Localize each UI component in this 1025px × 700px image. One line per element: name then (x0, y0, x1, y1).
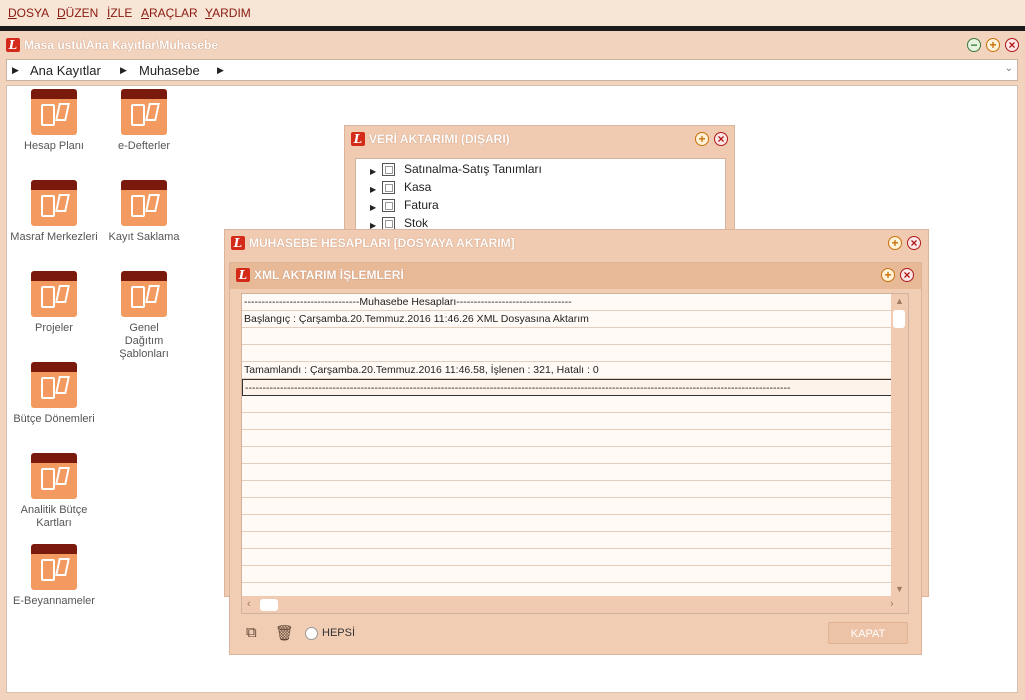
desktop-icon-e-beyannameler[interactable]: E-Beyannameler (9, 544, 99, 608)
app-logo-icon: L (6, 38, 20, 52)
list-item (242, 481, 892, 498)
maximize-icon[interactable]: + (888, 236, 902, 250)
checkbox[interactable] (382, 163, 395, 176)
hepsi-radio[interactable] (305, 627, 318, 640)
list-item (242, 430, 892, 447)
app-logo-icon: L (236, 268, 250, 282)
menu-dosya[interactable]: DOSYA (8, 6, 49, 20)
breadcrumb-arrow-icon[interactable]: ▶ (217, 65, 224, 76)
list-item (242, 447, 892, 464)
xml-aktarim-window: L XML AKTARIM İŞLEMLERİ + × ------------… (229, 262, 922, 655)
list-item (242, 413, 892, 430)
scroll-thumb[interactable] (893, 310, 905, 328)
scroll-left-icon[interactable]: ‹ (247, 598, 251, 610)
list-item (242, 532, 892, 549)
list-item (242, 566, 892, 583)
close-icon[interactable]: × (1005, 38, 1019, 52)
checkbox[interactable] (382, 181, 395, 194)
close-icon[interactable]: × (900, 268, 914, 282)
checkbox[interactable] (382, 199, 395, 212)
maximize-icon[interactable]: + (695, 132, 709, 146)
desktop-icon-genel-dagitim[interactable]: Genel Dağıtım Şablonları (99, 271, 189, 361)
list-item (242, 498, 892, 515)
ledger-icon (31, 544, 77, 590)
scroll-down-icon[interactable]: ▼ (895, 584, 904, 594)
breadcrumb-arrow-icon[interactable]: ▶ (12, 65, 19, 76)
maximize-icon[interactable]: + (986, 38, 1000, 52)
menu-bar: DOSYA DÜZEN İZLE ARAÇLAR YARDIM (0, 0, 1025, 26)
ledger-icon (31, 89, 77, 135)
scroll-right-icon[interactable]: › (890, 598, 894, 610)
desktop-icon-kayit-saklama[interactable]: Kayıt Saklama (99, 180, 189, 244)
menu-yardim[interactable]: YARDIM (205, 6, 251, 20)
breadcrumb-arrow-icon[interactable]: ▶ (120, 65, 127, 76)
ledger-icon (31, 453, 77, 499)
xml-window-title: XML AKTARIM İŞLEMLERİ (254, 268, 404, 282)
muhasebe-window-title: MUHASEBE HESAPLARI [DOSYAYA AKTARIM] (249, 236, 515, 250)
menu-izle[interactable]: İZLE (107, 6, 132, 20)
hepsi-label: HEPSİ (322, 627, 356, 639)
ledger-icon (31, 362, 77, 408)
desktop-icon-e-defterler[interactable]: e-Defterler (99, 89, 189, 153)
veri-aktarimi-window: L VERİ AKTARIMI (DIŞARI) + × ▶ Satınalma-… (344, 125, 735, 245)
list-item: Başlangıç : Çarşamba.20.Temmuz.2016 11:4… (242, 311, 892, 328)
list-item-selected[interactable]: ----------------------------------------… (242, 379, 892, 396)
breadcrumb-ana-kayitlar[interactable]: Ana Kayıtlar (30, 63, 101, 78)
expand-arrow-icon[interactable]: ▶ (370, 203, 376, 212)
list-item (242, 549, 892, 566)
app-logo-icon: L (231, 236, 245, 250)
list-item (242, 328, 892, 345)
list-item (242, 345, 892, 362)
ledger-icon (121, 180, 167, 226)
app-logo-icon: L (351, 132, 365, 146)
list-item: Tamamlandı : Çarşamba.20.Temmuz.2016 11:… (242, 362, 892, 379)
close-icon[interactable]: × (907, 236, 921, 250)
desktop-icon-butce-donemleri[interactable]: Bütçe Dönemleri (9, 362, 99, 426)
veri-window-title: VERİ AKTARIMI (DIŞARI) (369, 132, 510, 146)
list-item (242, 464, 892, 481)
kapat-button[interactable]: KAPAT (828, 622, 908, 644)
trash-icon[interactable]: 🗑 (275, 624, 294, 642)
list-item (242, 515, 892, 532)
minimize-icon[interactable]: − (967, 38, 981, 52)
horizontal-scrollbar[interactable]: ‹ › (242, 596, 908, 613)
list-item (242, 396, 892, 413)
expand-arrow-icon[interactable]: ▶ (370, 185, 376, 194)
breadcrumb: ▶ Ana Kayıtlar ▶ Muhasebe ▶ ⌄ (6, 59, 1018, 81)
desktop-icon-projeler[interactable]: Projeler (9, 271, 99, 335)
main-title-bar: L Masa üstü\Ana Kayıtlar\Muhasebe − + × (0, 31, 1025, 59)
desktop-icon-masraf-merkezleri[interactable]: Masraf Merkezleri (9, 180, 99, 244)
menu-duzen[interactable]: DÜZEN (57, 6, 98, 20)
log-list[interactable]: ---------------------------------Muhaseb… (241, 293, 909, 614)
main-window-title: Masa üstü\Ana Kayıtlar\Muhasebe (24, 38, 219, 52)
ledger-icon (31, 180, 77, 226)
chevron-down-icon[interactable]: ⌄ (1005, 63, 1013, 74)
maximize-icon[interactable]: + (881, 268, 895, 282)
scroll-up-icon[interactable]: ▲ (895, 296, 904, 306)
close-icon[interactable]: × (714, 132, 728, 146)
copy-icon[interactable]: ⧉ (246, 624, 257, 641)
desktop-icon-analitik-butce[interactable]: Analitik Bütçe Kartları (9, 453, 99, 530)
vertical-scrollbar[interactable]: ▲ ▼ (891, 294, 908, 598)
scroll-thumb[interactable] (260, 599, 278, 611)
ledger-icon (31, 271, 77, 317)
desktop-icon-hesap-plani[interactable]: Hesap Planı (9, 89, 99, 153)
list-item: ---------------------------------Muhaseb… (242, 294, 892, 311)
expand-arrow-icon[interactable]: ▶ (370, 167, 376, 176)
ledger-icon (121, 89, 167, 135)
breadcrumb-muhasebe[interactable]: Muhasebe (139, 63, 200, 78)
ledger-icon (121, 271, 167, 317)
menu-araclar[interactable]: ARAÇLAR (141, 6, 198, 20)
